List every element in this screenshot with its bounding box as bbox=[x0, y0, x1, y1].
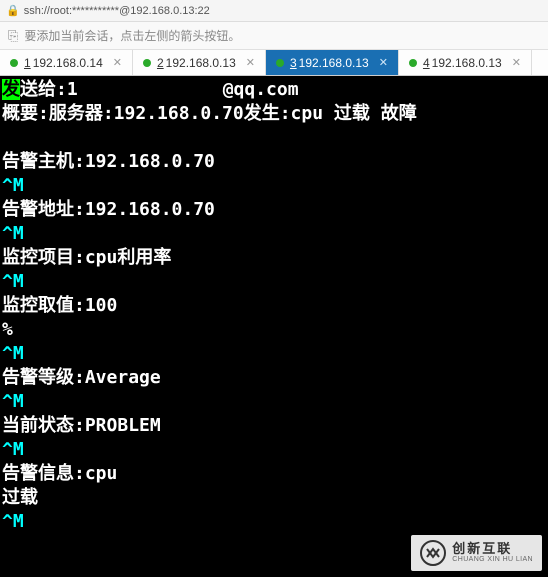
hint-bar: ⎘ 要添加当前会话，点击左侧的箭头按钮。 bbox=[0, 22, 548, 50]
watermark-cn: 创新互联 bbox=[452, 542, 533, 556]
tab-1[interactable]: 1 192.168.0.14 ✕ bbox=[0, 50, 133, 75]
watermark: 创新互联 CHUANG XIN HU LIAN bbox=[411, 535, 542, 571]
redacted-email bbox=[78, 77, 223, 99]
ctrl-m: ^M bbox=[2, 174, 546, 198]
watermark-text: 创新互联 CHUANG XIN HU LIAN bbox=[452, 542, 533, 564]
hint-text: 要添加当前会话，点击左侧的箭头按钮。 bbox=[24, 27, 240, 44]
ctrl-m: ^M bbox=[2, 510, 546, 534]
tab-strip: 1 192.168.0.14 ✕ 2 192.168.0.13 ✕ 3 192.… bbox=[0, 50, 548, 76]
watermark-logo-icon bbox=[420, 540, 446, 566]
tab-number: 4 bbox=[423, 56, 430, 70]
tab-label: 192.168.0.13 bbox=[299, 56, 369, 70]
bookmark-add-icon[interactable]: ⎘ bbox=[8, 28, 18, 44]
line-monitor-value: 监控取值:100 bbox=[2, 294, 546, 318]
address-bar: 🔒 ssh://root:***********@192.168.0.13:22 bbox=[0, 0, 548, 22]
line-status: 当前状态:PROBLEM bbox=[2, 414, 546, 438]
tab-label: 192.168.0.13 bbox=[432, 56, 502, 70]
tab-label: 192.168.0.14 bbox=[33, 56, 103, 70]
ctrl-m: ^M bbox=[2, 270, 546, 294]
line-summary: 概要:服务器:192.168.0.70发生:cpu 过载 故障 bbox=[2, 102, 546, 126]
tab-number: 1 bbox=[24, 56, 31, 70]
ctrl-m: ^M bbox=[2, 438, 546, 462]
highlight: 发 bbox=[2, 79, 20, 100]
line-alert-addr: 告警地址:192.168.0.70 bbox=[2, 198, 546, 222]
tab-4[interactable]: 4 192.168.0.13 ✕ bbox=[399, 50, 532, 75]
line-alert-level: 告警等级:Average bbox=[2, 366, 546, 390]
tab-2[interactable]: 2 192.168.0.13 ✕ bbox=[133, 50, 266, 75]
lock-icon: 🔒 bbox=[6, 4, 20, 17]
close-icon[interactable]: ✕ bbox=[379, 56, 388, 69]
line-send-to: 发送给:1@qq.com bbox=[2, 78, 546, 102]
status-dot-icon bbox=[143, 59, 151, 67]
close-icon[interactable]: ✕ bbox=[113, 56, 122, 69]
tab-number: 3 bbox=[290, 56, 297, 70]
tab-3[interactable]: 3 192.168.0.13 ✕ bbox=[266, 50, 399, 75]
line-alert-host: 告警主机:192.168.0.70 bbox=[2, 150, 546, 174]
tab-label: 192.168.0.13 bbox=[166, 56, 236, 70]
line-alert-info: 告警信息:cpu bbox=[2, 462, 546, 486]
blank-line bbox=[2, 126, 546, 150]
status-dot-icon bbox=[10, 59, 18, 67]
ctrl-m: ^M bbox=[2, 342, 546, 366]
close-icon[interactable]: ✕ bbox=[512, 56, 521, 69]
ctrl-m: ^M bbox=[2, 390, 546, 414]
terminal-output[interactable]: 发送给:1@qq.com 概要:服务器:192.168.0.70发生:cpu 过… bbox=[0, 76, 548, 577]
status-dot-icon bbox=[276, 59, 284, 67]
close-icon[interactable]: ✕ bbox=[246, 56, 255, 69]
ctrl-m: ^M bbox=[2, 222, 546, 246]
line-percent: % bbox=[2, 318, 546, 342]
address-text: ssh://root:***********@192.168.0.13:22 bbox=[24, 5, 210, 17]
watermark-en: CHUANG XIN HU LIAN bbox=[452, 556, 533, 564]
line-overload: 过载 bbox=[2, 486, 546, 510]
tab-number: 2 bbox=[157, 56, 164, 70]
status-dot-icon bbox=[409, 59, 417, 67]
line-monitor-item: 监控项目:cpu利用率 bbox=[2, 246, 546, 270]
